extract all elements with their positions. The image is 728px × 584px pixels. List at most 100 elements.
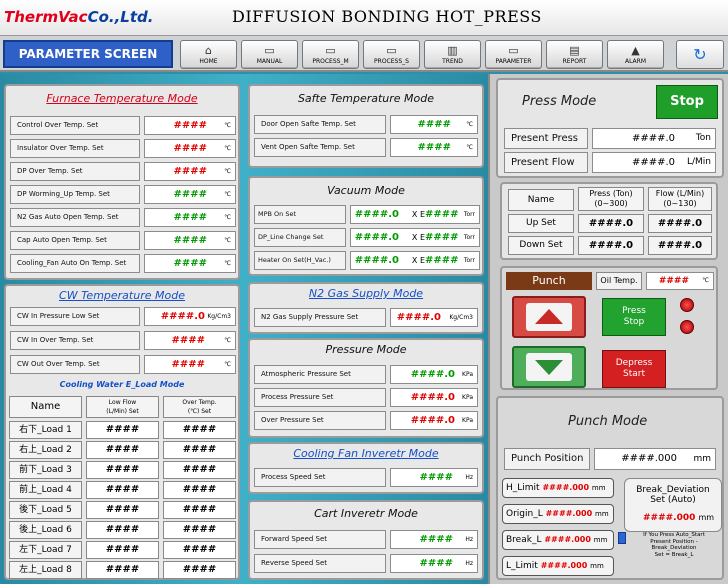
load-temp-field[interactable]: #### [163,501,236,519]
monitor-icon: ▭ [386,44,397,57]
setpoint-field[interactable]: ####.0 Kg/Cm3 [144,307,236,326]
load-temp-field[interactable]: #### [163,481,236,499]
arrow-down-icon [535,360,563,375]
down-flow-field[interactable]: ####.0 [648,236,712,255]
field-label: Atmospheric Pressure Set [254,365,386,384]
trend-button[interactable]: ▥ TREND [424,40,481,69]
setpoint-field[interactable]: #### ℃ [144,185,236,204]
panel-title: Furnace Temperature Mode [46,92,198,105]
parameter-button[interactable]: ▭ PARAMETER [485,40,542,69]
vacuum-panel: Vacuum Mode MPB On Set ####.0 X E #### T… [248,176,484,276]
setpoint-field[interactable]: ####.0 KPa [390,388,478,407]
load-flow-field[interactable]: #### [86,521,159,539]
field-label: DP Over Temp. Set [10,162,140,181]
load-flow-field[interactable]: #### [86,421,159,439]
process-m-button[interactable]: ▭ PROCESS_M [302,40,359,69]
panel-title: Cooling Fan Inveretr Mode [293,447,439,460]
setpoint-field[interactable]: ####.0 KPa [390,365,478,384]
load-flow-field[interactable]: #### [86,561,159,579]
setpoint-field[interactable]: #### ℃ [144,355,236,374]
refresh-button[interactable]: ↻ [676,40,724,69]
up-press-field[interactable]: ####.0 [578,214,644,233]
down-press-field[interactable]: ####.0 [578,236,644,255]
process-s-button[interactable]: ▭ PROCESS_S [363,40,420,69]
refresh-icon: ↻ [693,45,707,64]
col-press: Press (Ton) (0~300) [578,187,644,211]
load-temp-field[interactable]: #### [163,521,236,539]
deviation-box: Break_Deviation Set (Auto) ####.000 mm [624,478,722,532]
panel-title: Cart Inveretr Mode [314,507,418,520]
present-flow-label: Present Flow [504,152,588,173]
setpoint-field[interactable]: #### ℃ [144,254,236,273]
setpoint-field[interactable]: #### Hz [390,468,478,487]
vacuum-setpoint-field[interactable]: ####.0 X E #### Torr [350,205,480,224]
load-flow-field[interactable]: #### [86,441,159,459]
field-label: Cooling_Fan Auto On Temp. Set [10,254,140,273]
setpoint-field[interactable]: #### ℃ [144,139,236,158]
limit-field[interactable]: L_Limit ####.000 mm [502,556,614,576]
company-logo: ThermVacCo.,Ltd. [4,8,154,26]
load-flow-field[interactable]: #### [86,501,159,519]
field-label: Vent Open Safte Temp. Set [254,138,386,157]
setpoint-field[interactable]: #### ℃ [144,208,236,227]
load-name: 前上_Load 4 [9,481,82,499]
report-button[interactable]: ▤ REPORT [546,40,603,69]
punch-up-button[interactable] [512,296,586,338]
col-name: Name [508,189,574,211]
load-flow-field[interactable]: #### [86,541,159,559]
cart-panel: Cart Inveretr Mode Forward Speed Set ####… [248,500,484,580]
load-name: 後下_Load 5 [9,501,82,519]
limit-field[interactable]: Origin_L ####.000 mm [502,504,614,524]
home-button[interactable]: ⌂ HOME [180,40,237,69]
setpoint-field[interactable]: ####.0 KPa [390,411,478,430]
vacuum-setpoint-field[interactable]: ####.0 X E #### Torr [350,251,480,270]
field-label: DP Worming_Up Temp. Set [10,185,140,204]
load-temp-field[interactable]: #### [163,421,236,439]
load-temp-field[interactable]: #### [163,461,236,479]
load-name: 左上_Load 8 [9,561,82,579]
punch-down-button[interactable] [512,346,586,388]
present-press-field: ####.0 Ton [592,128,716,149]
up-flow-field[interactable]: ####.0 [648,214,712,233]
setpoint-field[interactable]: ####.0 Kg/Cm3 [390,308,478,327]
oil-temp-field: #### ℃ [646,272,714,290]
load-temp-field[interactable]: #### [163,441,236,459]
field-label: Door Open Safte Temp. Set [254,115,386,134]
load-name: 右下_Load 1 [9,421,82,439]
punch-label: Punch [506,272,592,290]
setpoint-field[interactable]: #### ℃ [390,115,478,134]
panel-title: Pressure Mode [325,343,407,356]
alarm-button[interactable]: ▲ ALARM [607,40,664,69]
deviation-field[interactable]: ####.000 mm [643,513,714,523]
load-temp-field[interactable]: #### [163,541,236,559]
load-flow-field[interactable]: #### [86,481,159,499]
eload-col-flow: Low Flow (L/Min) Set [86,396,159,418]
panel-title: N2 Gas Supply Mode [308,287,424,300]
press-stop-button[interactable]: Press Stop [602,298,666,336]
limit-field[interactable]: Break_L ####.000 mm [502,530,614,550]
vacuum-setpoint-field[interactable]: ####.0 X E #### Torr [350,228,480,247]
setpoint-field[interactable]: #### ℃ [144,231,236,250]
manual-button[interactable]: ▭ MANUAL [241,40,298,69]
setpoint-field[interactable]: #### Hz [390,530,478,549]
setpoint-field[interactable]: #### ℃ [144,116,236,135]
home-icon: ⌂ [205,44,212,57]
field-label: Process Speed Set [254,468,386,487]
field-label: CW In Pressure Low Set [10,307,140,326]
setpoint-field[interactable]: #### ℃ [144,331,236,350]
punch-mode-panel: Punch Mode Punch Position ####.000 mm H_L… [496,396,724,580]
depress-start-button[interactable]: Depress Start [602,350,666,388]
load-flow-field[interactable]: #### [86,461,159,479]
field-label: N2 Gas Supply Pressure Set [254,308,386,327]
setpoint-field[interactable]: #### ℃ [390,138,478,157]
punch-control-panel: Punch Oil Temp. #### ℃ Press Stop Depress… [500,266,718,390]
limit-field[interactable]: H_Limit ####.000 mm [502,478,614,498]
setpoint-field[interactable]: #### ℃ [144,162,236,181]
link-marker [618,532,626,544]
stop-lamp [680,320,694,334]
setpoint-field[interactable]: #### Hz [390,554,478,573]
stop-button[interactable]: Stop [656,85,718,119]
load-temp-field[interactable]: #### [163,561,236,579]
up-set-label: Up Set [508,214,574,233]
present-press-label: Present Press [504,128,588,149]
